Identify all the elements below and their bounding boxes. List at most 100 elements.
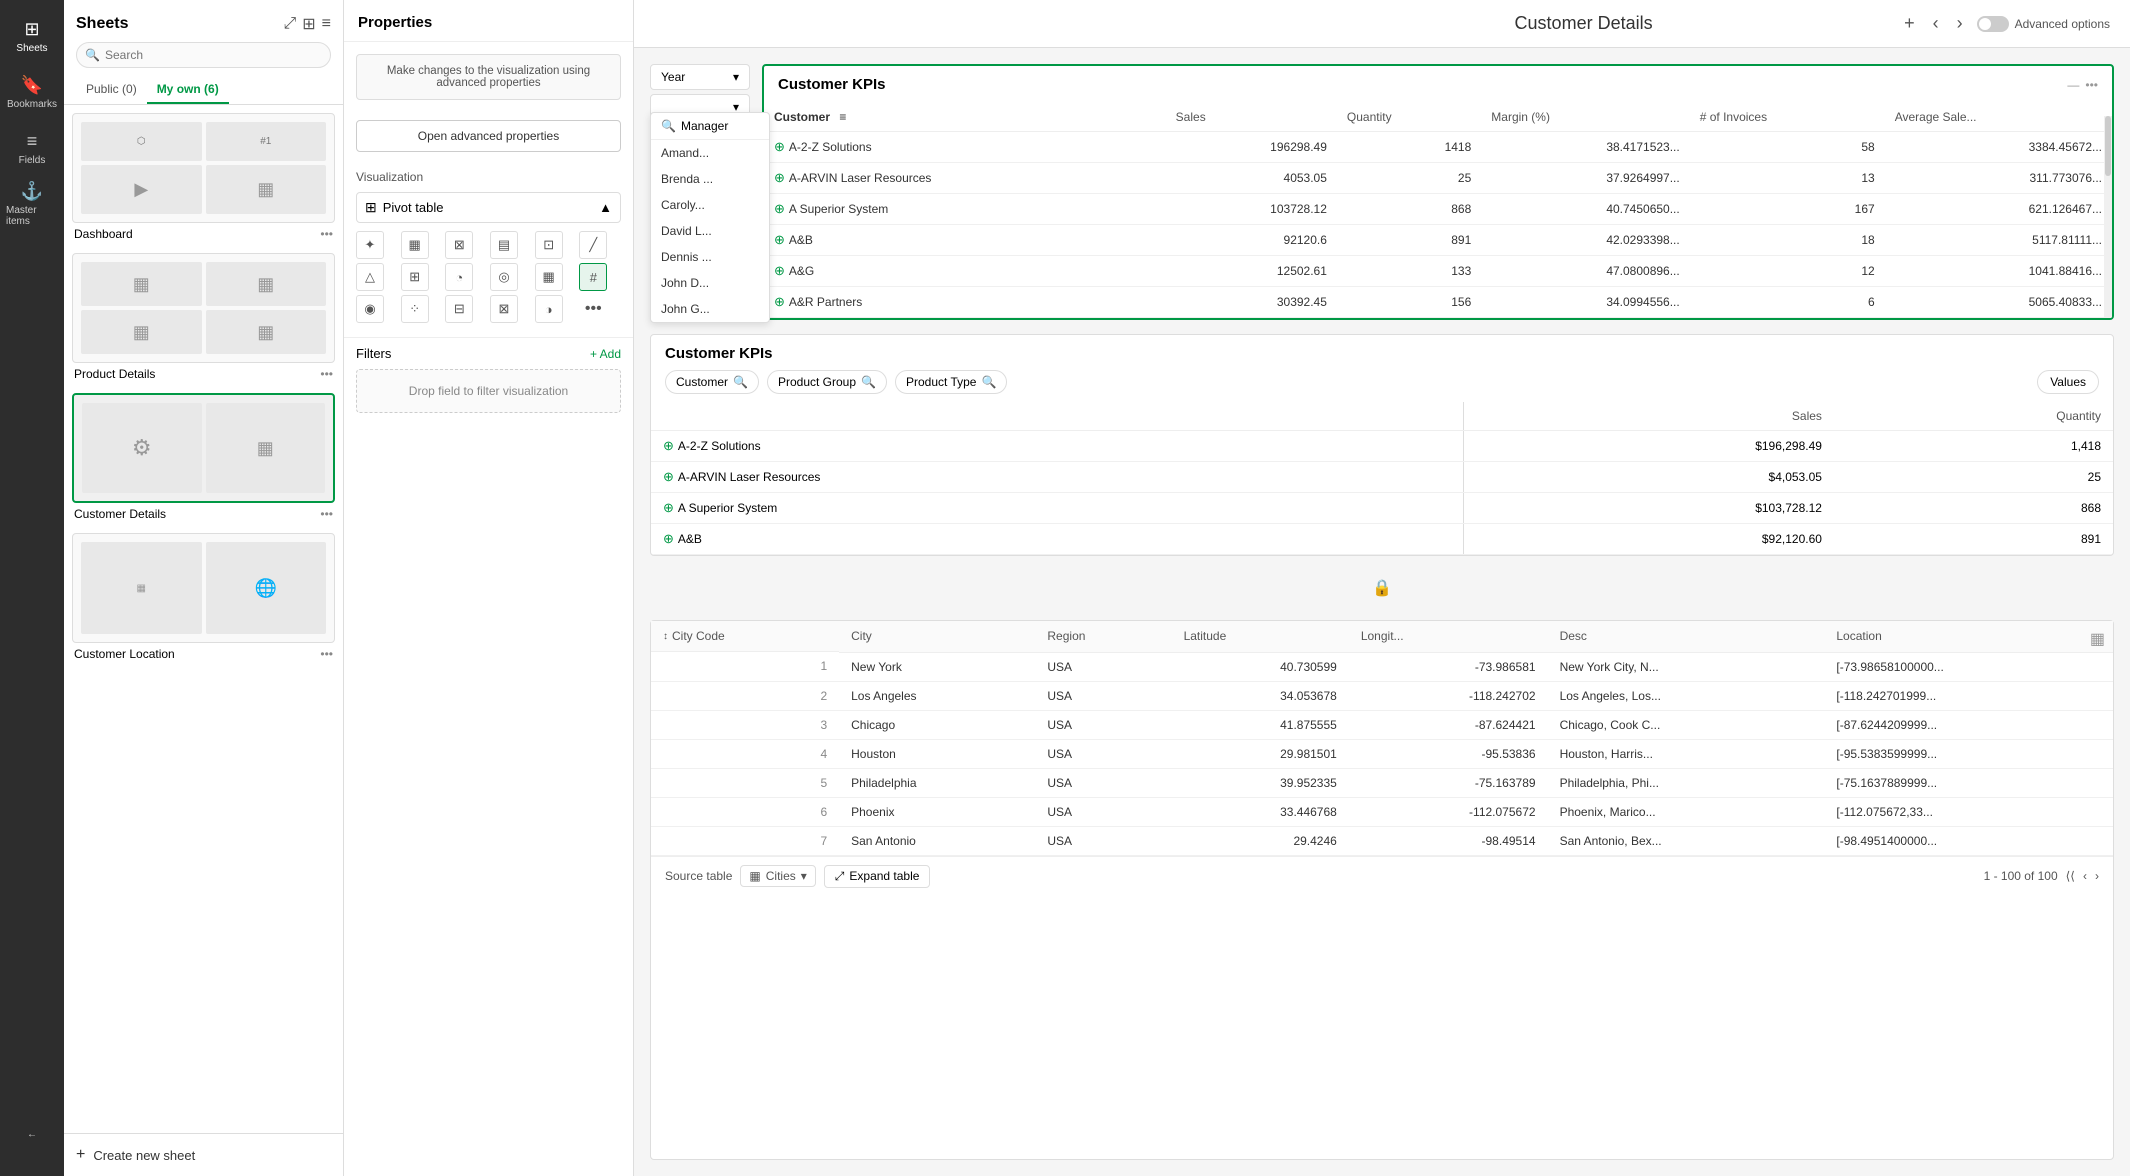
sheet-item-dashboard[interactable]: ⬡ #1 ▶ ▦ Dashboard •••	[72, 113, 335, 241]
values-button[interactable]: Values	[2037, 370, 2099, 394]
manager-item-5[interactable]: John D...	[651, 270, 769, 296]
viz-icon-pie[interactable]: ◔	[445, 263, 473, 291]
nav-fields[interactable]: ≡ Fields	[6, 122, 58, 174]
add-button[interactable]: +	[1900, 9, 1919, 38]
table-row[interactable]: ⊕A-ARVIN Laser Resources $4,053.05 25	[651, 462, 2113, 493]
viz-icon-mekko[interactable]: ⊞	[401, 263, 429, 291]
viz-icon-donut[interactable]: ◎	[490, 263, 518, 291]
col-menu-icon[interactable]: ≡	[839, 110, 846, 124]
sheet-item-customer-location[interactable]: ▦ 🌐 Customer Location •••	[72, 533, 335, 661]
table-row[interactable]: ⊕A-2-Z Solutions 196298.49 1418 38.41715…	[764, 132, 2112, 163]
viz-icon-gauge[interactable]: ◑	[535, 295, 563, 323]
next-button[interactable]: ›	[1953, 9, 1967, 38]
viz-icon-line[interactable]: ╱	[579, 231, 607, 259]
expand-row-icon[interactable]: ⊕	[774, 263, 785, 278]
viz-icon-scatter[interactable]: ⁘	[401, 295, 429, 323]
manager-item-6[interactable]: John G...	[651, 296, 769, 322]
table-row[interactable]: ⊕A-ARVIN Laser Resources 4053.05 25 37.9…	[764, 163, 2112, 194]
manager-item-0[interactable]: Amand...	[651, 140, 769, 166]
expand-row-icon[interactable]: ⊕	[774, 170, 785, 185]
viz-icon-pivot-active[interactable]: #	[579, 263, 607, 291]
expand-row-icon[interactable]: ⊕	[774, 139, 785, 154]
page-next-button[interactable]: ›	[2095, 869, 2099, 883]
col-customer: Customer ≡	[764, 103, 1166, 132]
prev-button[interactable]: ‹	[1929, 9, 1943, 38]
kpi-table-1-scroll[interactable]: Customer ≡ Sales Quantity Margin (%) # o…	[764, 103, 2112, 318]
expand-row-icon[interactable]: ⊕	[774, 294, 785, 309]
open-adv-properties-button[interactable]: Open advanced properties	[356, 120, 621, 152]
expand-table-button[interactable]: ⤢ Expand table	[824, 865, 931, 888]
sheets-tabs: Public (0) My own (6)	[64, 76, 343, 105]
sheet-more-customer[interactable]: •••	[320, 507, 333, 521]
nav-bookmarks[interactable]: 🔖 Bookmarks	[6, 66, 58, 118]
viz-icon-table[interactable]: ▦	[535, 263, 563, 291]
page-first-button[interactable]: ⟨⟨	[2066, 869, 2075, 883]
thumb-cell: ▶	[81, 165, 202, 214]
viz-icon-more[interactable]: •••	[579, 295, 607, 323]
scrollbar[interactable]	[2104, 116, 2112, 320]
table-row[interactable]: ⊕A&B 92120.6 891 42.0293398... 18 5117.8…	[764, 225, 2112, 256]
list-view-icon[interactable]: ≡	[322, 15, 331, 33]
table-row[interactable]: ⊕A&B $92,120.60 891	[651, 524, 2113, 555]
sort-icon[interactable]: ↕	[663, 631, 668, 642]
search-input[interactable]	[76, 42, 331, 68]
year-dropdown[interactable]: Year ▾	[650, 64, 750, 90]
nav-master-items[interactable]: ⚓ Master items	[6, 178, 58, 230]
tab-my-own[interactable]: My own (6)	[147, 76, 229, 104]
page-prev-button[interactable]: ‹	[2083, 869, 2087, 883]
table-row[interactable]: ⊕A&G 12502.61 133 47.0800896... 12 1041.…	[764, 256, 2112, 287]
sheet-item-product-details[interactable]: ▦ ▦ ▦ ▦ Product Details •••	[72, 253, 335, 381]
dim-product-type-btn[interactable]: Product Type 🔍	[895, 370, 1007, 394]
filters-add-button[interactable]: + Add	[590, 347, 621, 361]
viz-icon-waterfall[interactable]: ⊠	[490, 295, 518, 323]
sheet-item-customer-details[interactable]: ⚙ ▦ Customer Details •••	[72, 393, 335, 521]
table-row[interactable]: ⊕A&R Partners 30392.45 156 34.0994556...…	[764, 287, 2112, 318]
viz-icon-stacked-bar[interactable]: ▦	[401, 231, 429, 259]
sheet-more-location[interactable]: •••	[320, 647, 333, 661]
expand-icon[interactable]: ⊕	[663, 500, 674, 515]
viz-icon-bullet[interactable]: ▤	[490, 231, 518, 259]
expand-icon[interactable]: ⊕	[663, 438, 674, 453]
manager-item-4[interactable]: Dennis ...	[651, 244, 769, 270]
nav-collapse[interactable]: ←	[6, 1108, 58, 1160]
sheets-header: Sheets ⤢ ⊞ ≡	[64, 0, 343, 42]
filters-title: Filters	[356, 346, 391, 361]
col-avg-sale: Average Sale...	[1885, 103, 2112, 132]
sheet-more-dashboard[interactable]: •••	[320, 227, 333, 241]
table-row[interactable]: ⊕A Superior System $103,728.12 868	[651, 493, 2113, 524]
grid-view-icon[interactable]: ⊞	[302, 14, 315, 34]
table-row: 4 Houston USA 29.981501 -95.53836 Housto…	[651, 739, 2113, 768]
kpi-table-2: Customer KPIs Customer 🔍 Product Group 🔍…	[650, 334, 2114, 556]
dim-product-group-btn[interactable]: Product Group 🔍	[767, 370, 887, 394]
tab-public[interactable]: Public (0)	[76, 76, 147, 104]
table-row: 5 Philadelphia USA 39.952335 -75.163789 …	[651, 768, 2113, 797]
expand-icon[interactable]: ⤢	[283, 15, 296, 33]
expand-icon[interactable]: ⊕	[663, 469, 674, 484]
minimize-icon[interactable]: —	[2067, 78, 2079, 92]
manager-item-3[interactable]: David L...	[651, 218, 769, 244]
viz-icon-grouped-bar[interactable]: ⊠	[445, 231, 473, 259]
dim-customer-btn[interactable]: Customer 🔍	[665, 370, 759, 394]
manager-item-2[interactable]: Caroly...	[651, 192, 769, 218]
viz-icon-bar[interactable]: ✦	[356, 231, 384, 259]
viz-icon-treemap[interactable]: ⊟	[445, 295, 473, 323]
expand-icon[interactable]: ⊕	[663, 531, 674, 546]
viz-icon-area[interactable]: △	[356, 263, 384, 291]
expand-row-icon[interactable]: ⊕	[774, 201, 785, 216]
sheet-more-product[interactable]: •••	[320, 367, 333, 381]
table-row[interactable]: ⊕A Superior System 103728.12 868 40.7450…	[764, 194, 2112, 225]
table-row[interactable]: ⊕A-2-Z Solutions $196,298.49 1,418	[651, 431, 2113, 462]
properties-title: Properties	[344, 0, 633, 42]
source-table-scroll[interactable]: ↕City Code City Region Latitude Longit..…	[651, 621, 2113, 856]
viz-icons-grid-3: ◉ ⁘ ⊟ ⊠ ◑ •••	[356, 295, 621, 323]
nav-sheets[interactable]: ⊞ Sheets	[6, 10, 58, 62]
kpi-table-1: Customer KPIs — ••• Customer ≡	[762, 64, 2114, 320]
viz-icon-combo[interactable]: ⊡	[535, 231, 563, 259]
expand-row-icon[interactable]: ⊕	[774, 232, 785, 247]
manager-item-1[interactable]: Brenda ...	[651, 166, 769, 192]
more-options-icon[interactable]: •••	[2085, 78, 2098, 92]
viz-section-title: Visualization	[356, 170, 621, 184]
create-sheet-button[interactable]: + Create new sheet	[64, 1133, 343, 1176]
viz-icon-map[interactable]: ◉	[356, 295, 384, 323]
adv-options-toggle[interactable]	[1977, 16, 2009, 32]
